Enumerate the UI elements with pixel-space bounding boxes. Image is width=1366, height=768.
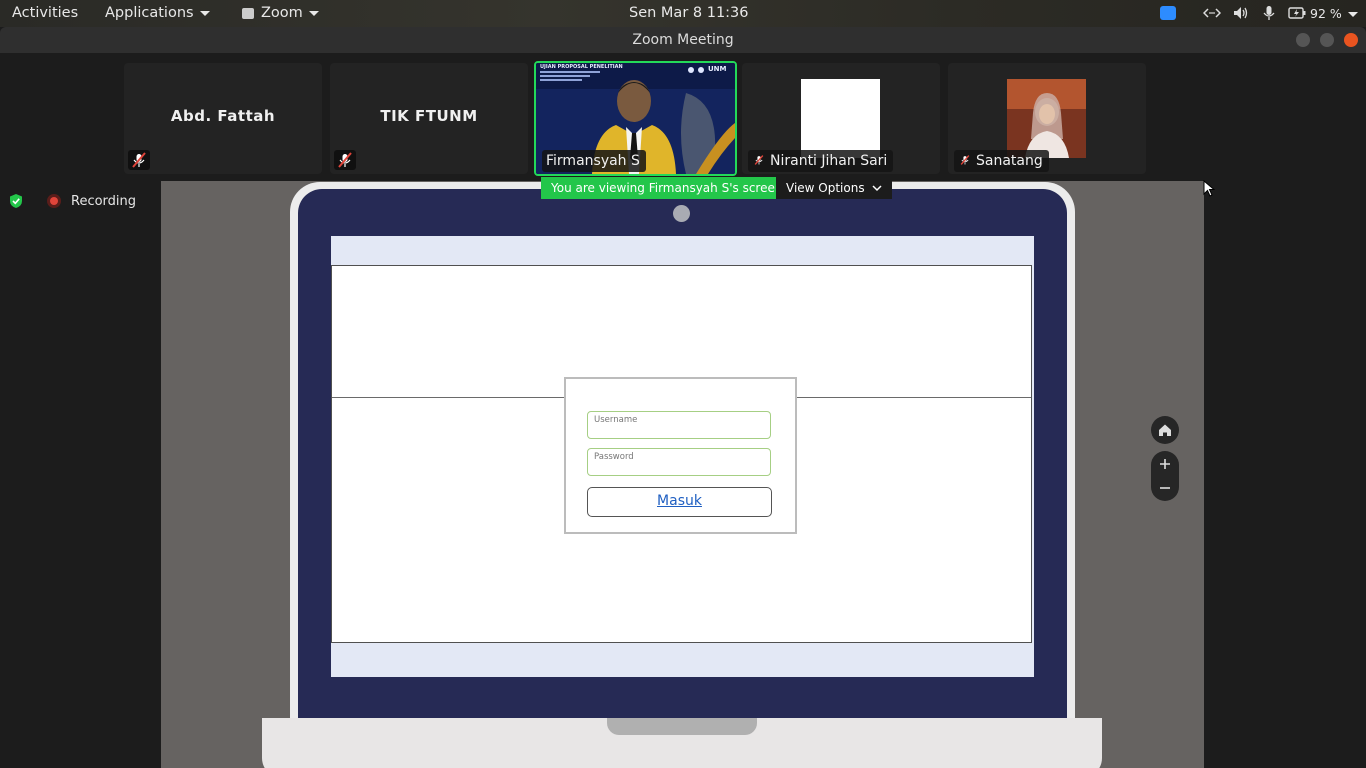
minus-icon	[1160, 487, 1170, 489]
network-icon[interactable]	[1202, 5, 1222, 25]
chevron-down-icon	[199, 10, 210, 16]
participant-tile-tik-ftunm[interactable]: TIK FTUNM	[330, 63, 528, 174]
app-menu-zoom[interactable]: Zoom	[242, 0, 319, 27]
participant-tile-abd-fattah[interactable]: Abd. Fattah	[124, 63, 322, 174]
username-field[interactable]: Username	[587, 411, 771, 439]
zoom-out-button[interactable]	[1151, 476, 1179, 501]
shield-check-icon[interactable]	[9, 193, 23, 213]
clock[interactable]: Sen Mar 8 11:36	[629, 0, 749, 27]
password-field[interactable]: Password	[587, 448, 771, 476]
shared-mockup-screen: Username Password Masuk	[331, 236, 1034, 677]
muted-mic-icon	[334, 150, 356, 170]
mouse-cursor-icon	[1203, 180, 1215, 197]
laptop-camera	[673, 205, 690, 222]
recording-indicator[interactable]: Recording	[71, 194, 136, 209]
zoom-in-button[interactable]	[1151, 451, 1179, 476]
login-form: Username Password Masuk	[564, 377, 797, 534]
participant-name: Niranti Jihan Sari	[770, 153, 888, 169]
chevron-down-icon	[308, 10, 319, 16]
minimize-button[interactable]	[1296, 33, 1310, 47]
mockup-page: Username Password Masuk	[331, 265, 1032, 643]
chevron-down-icon	[872, 185, 882, 192]
battery-percentage[interactable]: 92 %	[1310, 0, 1358, 27]
speaker-slide-title: UJIAN PROPOSAL PENELITIAN	[540, 64, 623, 70]
home-view-button[interactable]	[1151, 416, 1179, 444]
zoom-tray-icon[interactable]	[1160, 6, 1176, 20]
shared-screen-view[interactable]: Username Password Masuk	[161, 181, 1204, 768]
participant-tile-niranti[interactable]: Niranti Jihan Sari	[742, 63, 940, 174]
right-gutter	[1204, 181, 1366, 768]
window-titlebar[interactable]: Zoom Meeting	[0, 27, 1366, 53]
app-menu-label: Zoom	[261, 5, 303, 21]
window-title: Zoom Meeting	[632, 32, 734, 48]
applications-menu[interactable]: Applications	[105, 0, 210, 27]
participant-name-chip: Sanatang	[954, 150, 1049, 172]
battery-icon[interactable]	[1288, 6, 1306, 24]
zoom-control-group	[1151, 451, 1179, 501]
microphone-icon[interactable]	[1262, 5, 1276, 25]
muted-mic-icon	[960, 155, 970, 165]
unm-logo-text: UNM	[708, 65, 727, 73]
viewing-screen-banner: You are viewing Firmansyah S's screen	[541, 177, 793, 199]
masuk-button[interactable]: Masuk	[587, 487, 772, 517]
view-options-button[interactable]: View Options	[776, 177, 893, 199]
battery-percentage-label: 92 %	[1310, 6, 1342, 21]
applications-menu-label: Applications	[105, 5, 194, 21]
participant-name-chip: Niranti Jihan Sari	[748, 150, 894, 172]
muted-mic-icon	[754, 155, 764, 165]
participant-name: Sanatang	[976, 153, 1043, 169]
participant-name: TIK FTUNM	[380, 107, 478, 125]
participant-name: Abd. Fattah	[170, 107, 276, 125]
participant-video	[1007, 79, 1086, 158]
participant-gallery-strip: Abd. Fattah TIK FTUNM UJIAN PROPOSAL PEN…	[0, 53, 1366, 181]
chevron-down-icon	[1347, 12, 1358, 17]
muted-mic-icon	[128, 150, 150, 170]
zoom-app-icon	[242, 7, 254, 19]
participant-name: Firmansyah S	[542, 150, 646, 172]
view-options-label: View Options	[786, 181, 865, 195]
participant-video-blank	[801, 79, 880, 158]
system-top-bar: Activities Applications Zoom Sen Mar 8 1…	[0, 0, 1366, 27]
volume-icon[interactable]	[1232, 5, 1250, 25]
participant-tile-firmansyah-active-speaker[interactable]: UJIAN PROPOSAL PENELITIAN UNM Firmansyah…	[534, 61, 737, 176]
laptop-hinge-notch	[607, 718, 757, 735]
maximize-button[interactable]	[1320, 33, 1334, 47]
close-button[interactable]	[1344, 33, 1358, 47]
recording-dot-icon	[47, 194, 61, 208]
participant-tile-sanatang[interactable]: Sanatang	[948, 63, 1146, 174]
meeting-info-panel: Recording	[0, 181, 161, 768]
plus-icon	[1160, 459, 1170, 469]
home-icon	[1159, 424, 1171, 436]
activities-button[interactable]: Activities	[12, 0, 78, 27]
